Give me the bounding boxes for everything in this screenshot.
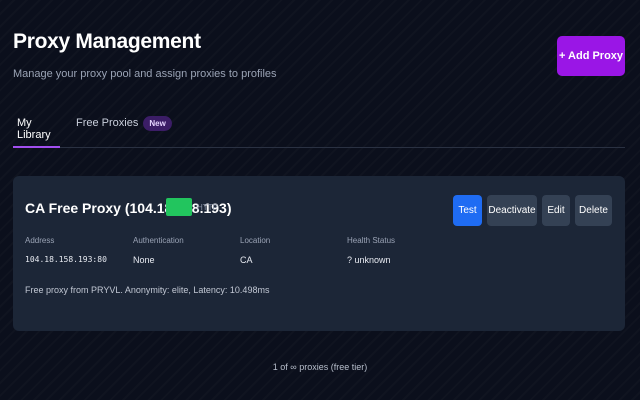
authentication-label: Authentication	[133, 236, 184, 245]
address-field: Address 104.18.158.193:80	[25, 236, 107, 264]
address-label: Address	[25, 236, 55, 245]
health-status-field: Health Status ? unknown	[347, 236, 395, 265]
tab-bar: My Library Free Proxies New	[13, 112, 625, 148]
tab-free-proxies-label: Free Proxies	[76, 117, 139, 129]
card-actions: Test Deactivate Edit Delete	[453, 195, 612, 226]
authentication-field: Authentication None	[133, 236, 184, 265]
address-value: 104.18.158.193:80	[25, 255, 107, 264]
proxy-count-footer: 1 of ∞ proxies (free tier)	[272, 362, 368, 372]
location-value: CA	[240, 255, 253, 265]
add-proxy-button[interactable]: + Add Proxy	[557, 36, 625, 76]
new-badge: New	[143, 116, 172, 131]
health-status-label: Health Status	[347, 236, 396, 245]
location-label: Location	[240, 236, 271, 245]
location-field: Location CA	[240, 236, 270, 265]
page-subtitle: Manage your proxy pool and assign proxie…	[13, 68, 277, 80]
tab-my-library[interactable]: My Library	[13, 112, 60, 148]
protocol-label: HTTP	[197, 203, 218, 212]
proxy-card: CA Free Proxy (104.18.158.193) HTTP Test…	[13, 176, 625, 331]
proxy-notes: Free proxy from PRYVL. Anonymity: elite,…	[25, 285, 270, 295]
delete-button[interactable]: Delete	[575, 195, 612, 226]
page-title: Proxy Management	[13, 30, 201, 53]
tab-my-library-label: My Library	[17, 117, 51, 141]
deactivate-button[interactable]: Deactivate	[487, 195, 537, 226]
test-button[interactable]: Test	[453, 195, 482, 226]
status-badge	[166, 198, 192, 216]
edit-button[interactable]: Edit	[542, 195, 570, 226]
tab-free-proxies[interactable]: Free Proxies New	[76, 112, 172, 148]
authentication-value: None	[133, 255, 155, 265]
health-status-value: ? unknown	[347, 255, 391, 265]
